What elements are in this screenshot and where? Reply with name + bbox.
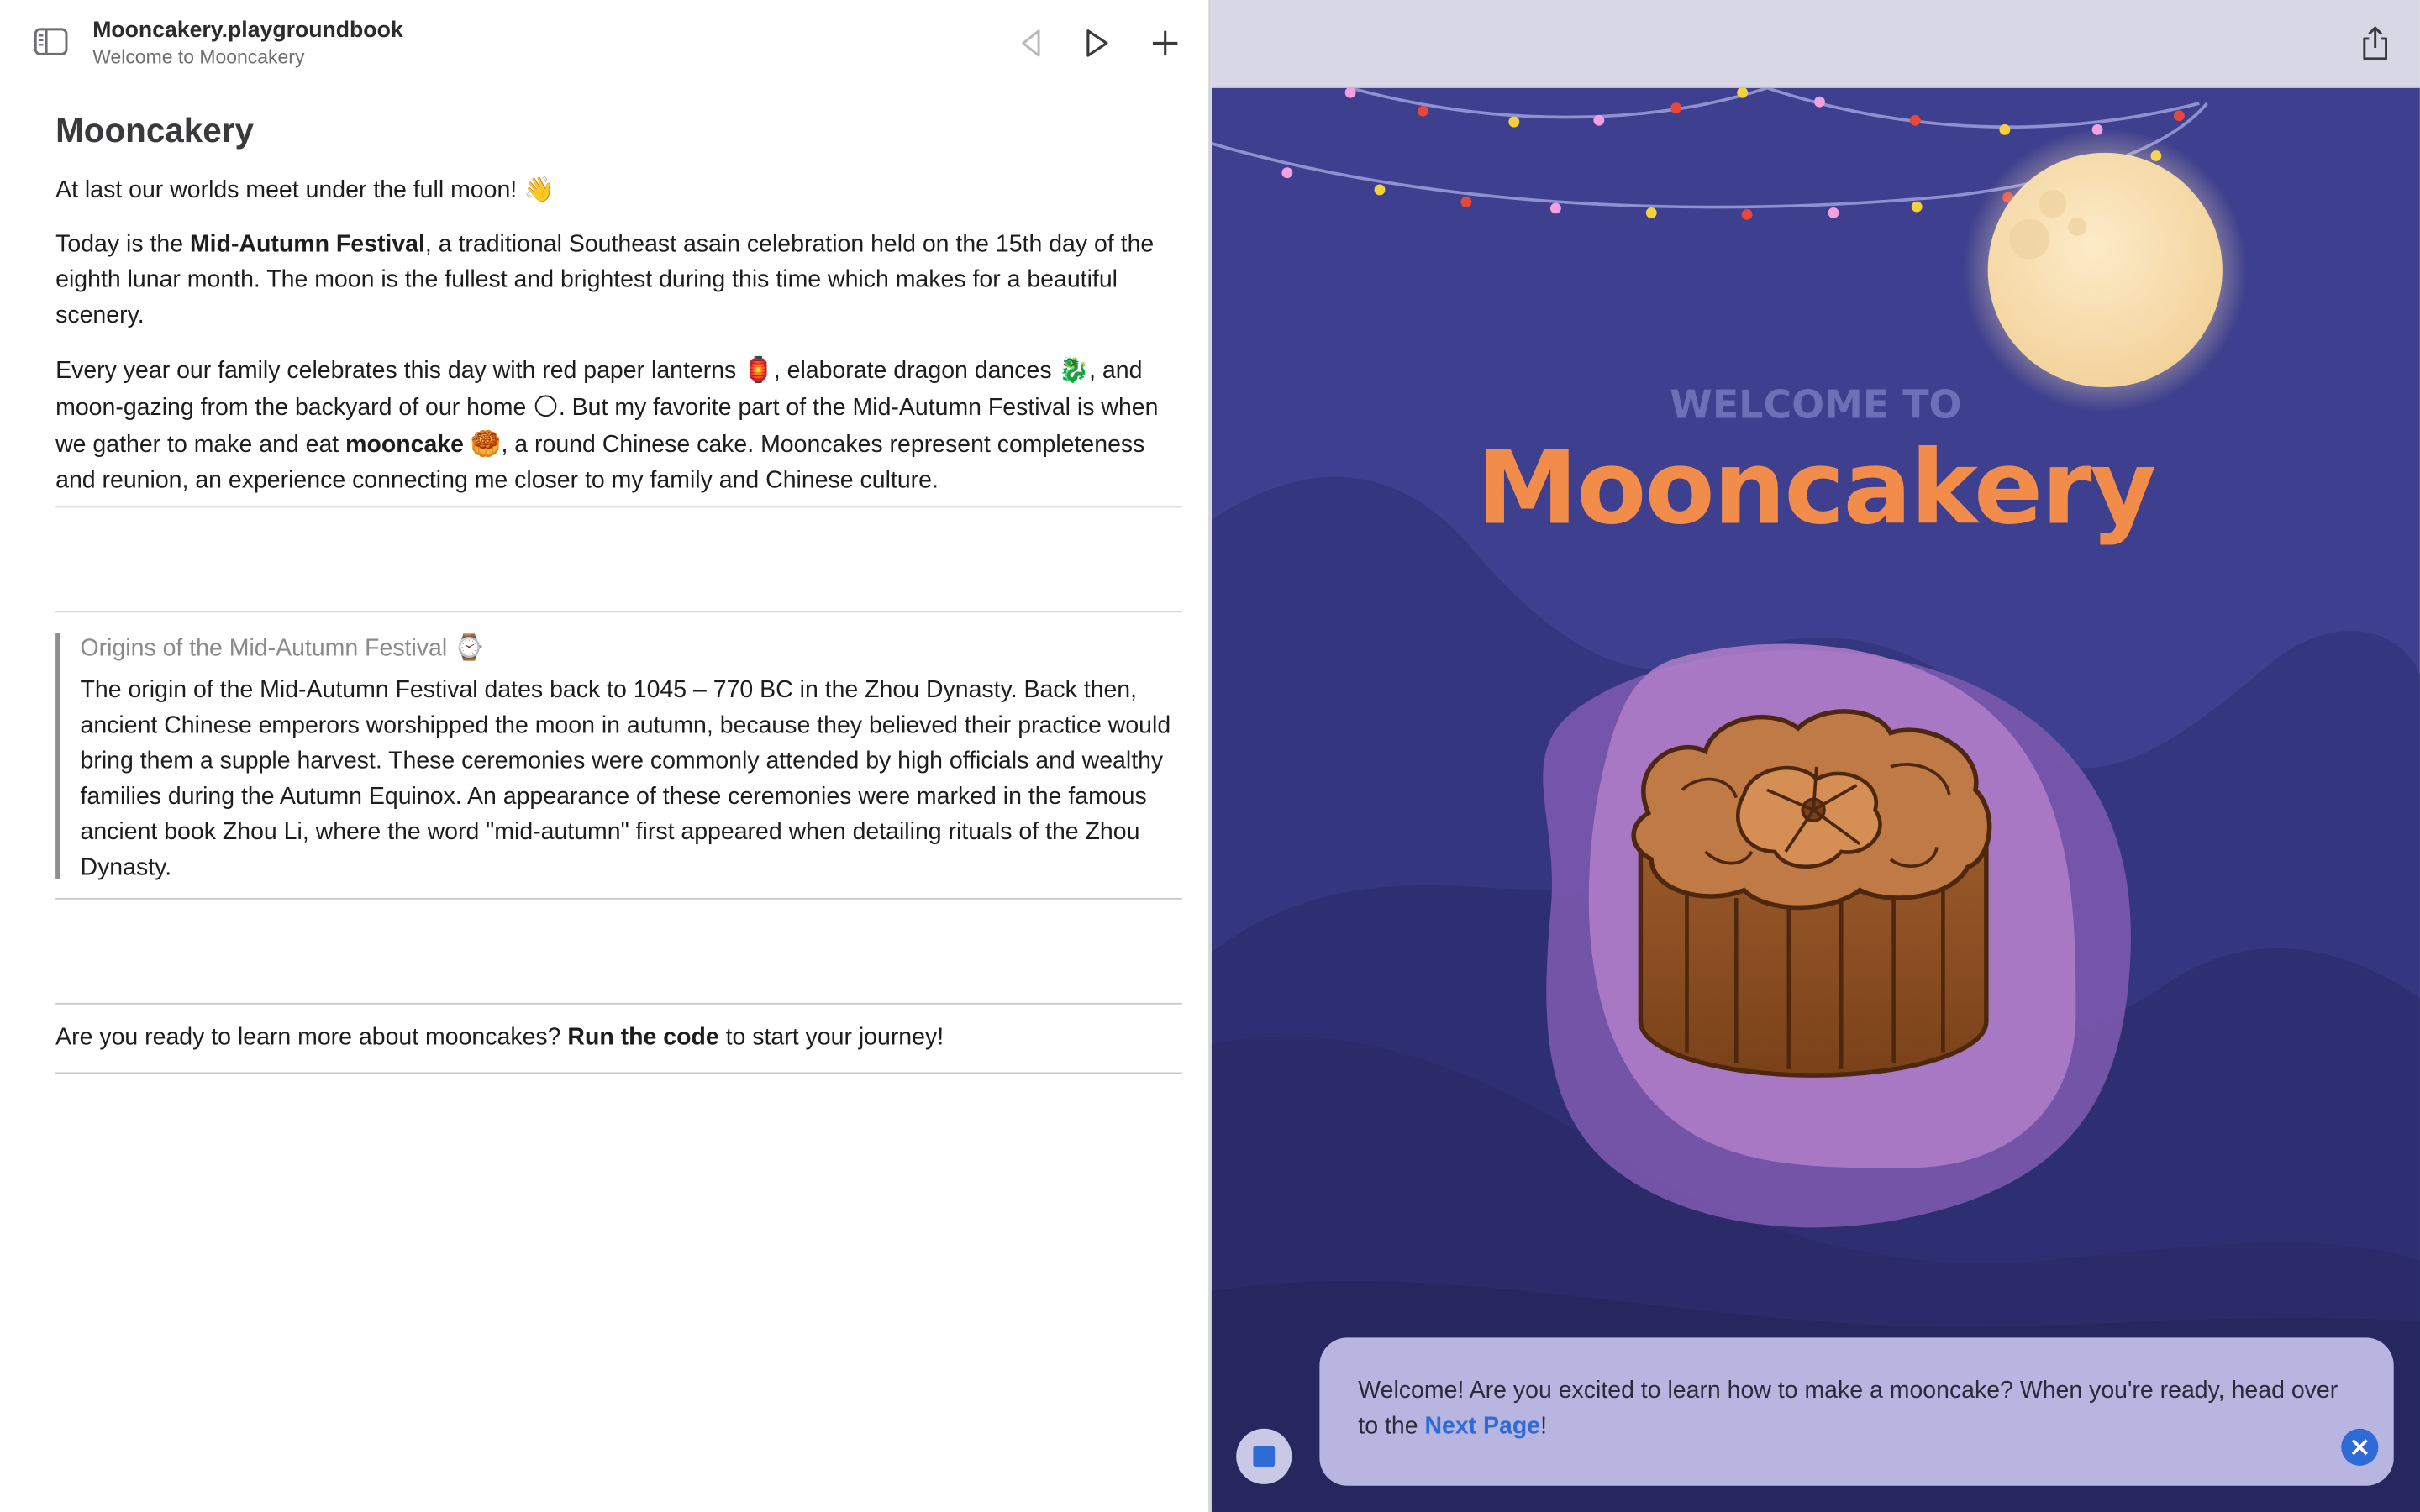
lantern-emoji: 🏮 [743,354,774,385]
message-text-c: ! [1540,1413,1548,1440]
stop-button[interactable] [1236,1428,1292,1484]
full-moon [1963,128,2248,412]
intro-text: At last our worlds meet under the full m… [55,177,518,204]
mooncake-illustration [1631,709,1992,1078]
festival-text-a: Today is the [55,231,190,258]
document-pane: Mooncakery.playgroundbook Welcome to Moo… [0,0,1210,1512]
callout-title: Origins of the Mid-Autumn Festival ⌚ [81,633,485,665]
run-the-code-bold: Run the code [567,1024,719,1051]
add-icon[interactable] [1147,24,1184,61]
stop-icon [1253,1445,1276,1467]
document-title: Mooncakery.playgroundbook [92,18,403,44]
festival-paragraph: Today is the Mid-Autumn Festival, a trad… [55,227,1182,333]
next-page-link[interactable]: Next Page [1424,1413,1540,1439]
waving-hand-emoji: 👋 [523,174,555,204]
page-content: Mooncakery At last our worlds meet under… [55,102,1182,498]
callout-title-text: Origins of the Mid-Autumn Festival [80,635,448,662]
family-text-a: Every year our family celebrates this da… [55,358,744,385]
sidebar-toggle-icon[interactable] [34,28,68,55]
divider-5 [55,1072,1182,1074]
festival-name-bold: Mid-Autumn Festival [189,231,425,258]
callout-bar [55,633,60,879]
mooncake-bold: mooncake [345,432,464,459]
welcome-to-heading: WELCOME TO [1670,382,1962,428]
full-moon-emoji: 🌕 [533,391,559,422]
toolbar: Mooncakery.playgroundbook Welcome to Moo… [0,0,1210,87]
live-view-pane: WELCOME TO Mooncakery Welcome! Are you e… [1211,0,2420,1512]
divider-2 [55,611,1182,613]
document-subtitle: Welcome to Mooncakery [92,46,305,68]
live-view-toolbar [1211,0,2420,88]
cta-text-a: Are you ready to learn more about moonca… [55,1024,568,1051]
mooncake-emoji: 🥮 [470,428,502,459]
message-bubble: Welcome! Are you excited to learn how to… [1319,1337,2394,1486]
mooncakery-illustration [1211,87,2420,1512]
callout-body: The origin of the Mid-Autumn Festival da… [80,677,1171,881]
document-title-block: Mooncakery.playgroundbook Welcome to Moo… [92,18,402,70]
run-code-play-icon[interactable] [1077,24,1114,61]
call-to-action: Are you ready to learn more about moonca… [55,1020,1182,1055]
page-title: Mooncakery [55,111,254,150]
family-text-b: , elaborate dragon dances [773,358,1059,385]
family-paragraph: Every year our family celebrates this da… [55,352,1182,498]
cta-text-c: to start your journey! [718,1024,944,1051]
dragon-emoji: 🐉 [1058,354,1090,385]
close-icon[interactable] [2341,1428,2379,1466]
divider-1 [55,506,1182,508]
message-text: Welcome! Are you excited to learn how to… [1358,1373,2361,1444]
previous-page-icon[interactable] [1013,24,1050,61]
watch-emoji: ⌚ [454,633,485,662]
intro-paragraph: At last our worlds meet under the full m… [55,171,1182,208]
brand-title: Mooncakery [1476,428,2156,549]
share-icon[interactable] [2358,24,2391,61]
divider-3 [55,897,1182,900]
divider-4 [55,1002,1182,1005]
app-window: Mooncakery.playgroundbook Welcome to Moo… [0,0,2420,1512]
